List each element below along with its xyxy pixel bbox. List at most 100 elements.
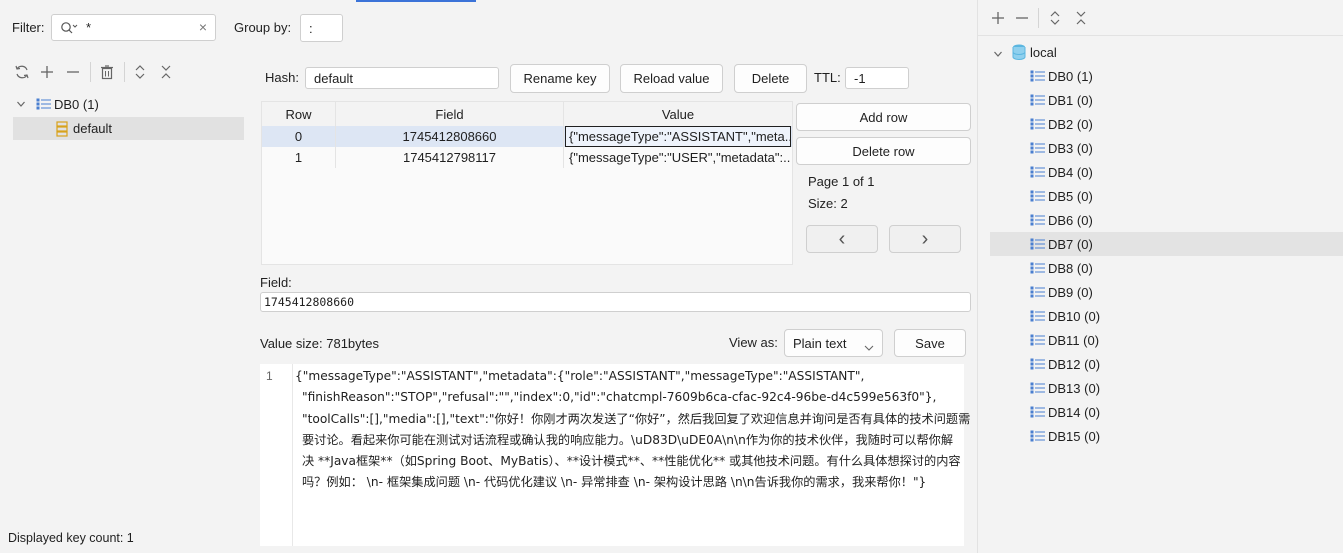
database-item[interactable]: DB15 (0) [990,424,1343,448]
chevron-down-icon[interactable] [16,97,26,107]
chevron-down-icon[interactable] [993,47,1003,57]
remove-icon[interactable] [65,64,81,80]
database-item[interactable]: DB7 (0) [990,232,1343,256]
value-text-line: "toolCalls":[],"media":[],"text":"你好！你刚才… [302,412,971,426]
database-icon [1030,118,1046,130]
database-label: DB0 (1) [1048,68,1093,84]
tree-key-item[interactable]: default [13,117,244,140]
database-item[interactable]: DB3 (0) [990,136,1343,160]
database-label: DB8 (0) [1048,260,1093,276]
column-header-row[interactable]: Row [262,102,336,126]
database-icon [1030,310,1046,322]
delete-row-button[interactable]: Delete row [796,137,971,165]
database-item[interactable]: DB10 (0) [990,304,1343,328]
key-name-input[interactable]: default [305,67,499,89]
database-icon [1030,430,1046,442]
save-button[interactable]: Save [894,329,966,357]
add-connection-icon[interactable] [990,10,1006,26]
database-icon [1030,166,1046,178]
view-as-label: View as: [729,335,778,350]
database-label: DB6 (0) [1048,212,1093,228]
hash-label: Hash: [265,70,299,85]
trash-icon[interactable] [99,64,115,80]
database-item[interactable]: DB9 (0) [990,280,1343,304]
database-icon [1030,142,1046,154]
search-icon [60,21,78,35]
row-index: 0 [262,126,336,147]
chevron-left-icon: ‹ [838,227,846,250]
add-key-icon[interactable] [39,64,55,80]
ttl-label: TTL: [814,70,841,85]
collapse-all-icon[interactable] [158,64,174,80]
database-item[interactable]: DB11 (0) [990,328,1343,352]
column-header-value[interactable]: Value [564,102,792,126]
field-value: 1745412808660 [264,295,355,309]
ttl-value: -1 [854,70,866,86]
rename-key-button[interactable]: Rename key [510,64,610,93]
key-name-value: default [314,70,354,86]
value-text-line: "finishReason":"STOP","refusal":"","inde… [302,390,937,404]
group-by-input[interactable]: : [300,14,343,42]
expand-all-icon[interactable] [132,64,148,80]
column-header-field[interactable]: Field [336,102,564,126]
database-label: DB1 (0) [1048,92,1093,108]
filter-value: * [86,20,92,35]
view-as-select[interactable]: Plain text [784,329,883,357]
database-item[interactable]: DB13 (0) [990,376,1343,400]
database-icon [1030,190,1046,202]
expand-all-icon[interactable] [1047,10,1063,26]
database-item[interactable]: DB12 (0) [990,352,1343,376]
database-label: DB9 (0) [1048,284,1093,300]
database-label: DB7 (0) [1048,236,1093,252]
database-item[interactable]: DB6 (0) [990,208,1343,232]
value-size: Value size: 781bytes [260,336,379,351]
database-label: DB2 (0) [1048,116,1093,132]
reload-value-button[interactable]: Reload value [620,64,723,93]
database-icon [1030,238,1046,250]
divider [978,35,1343,36]
database-label: DB15 (0) [1048,428,1101,444]
tree-db-label[interactable]: DB0 (1) [54,97,99,112]
field-label: Field: [260,275,292,290]
add-row-button[interactable]: Add row [796,103,971,131]
remove-connection-icon[interactable] [1014,10,1030,26]
filter-input[interactable]: * × [51,14,216,41]
ttl-input[interactable]: -1 [845,67,909,89]
displayed-key-count: Displayed key count: 1 [8,531,134,545]
row-value[interactable]: {"messageType":"USER","metadata":... [566,147,790,168]
hash-key-icon [56,121,68,137]
next-page-button[interactable]: › [889,225,961,253]
database-icon [1030,262,1046,274]
database-icon [36,98,52,110]
previous-page-button[interactable]: ‹ [806,225,878,253]
database-icon [1030,358,1046,370]
refresh-icon[interactable] [14,64,30,80]
collapse-all-icon[interactable] [1073,10,1089,26]
database-icon [1030,406,1046,418]
active-tab-indicator [356,0,476,2]
clear-filter-icon[interactable]: × [199,19,207,35]
row-value[interactable]: {"messageType":"ASSISTANT","meta... [565,126,791,147]
row-field: 1745412808660 [336,126,564,147]
table-row[interactable]: 1 1745412798117 {"messageType":"USER","m… [262,147,792,168]
delete-key-button[interactable]: Delete [734,64,807,93]
database-item[interactable]: DB0 (1) [990,64,1343,88]
database-icon [1030,70,1046,82]
database-item[interactable]: DB1 (0) [990,88,1343,112]
database-label: DB12 (0) [1048,356,1101,372]
database-item[interactable]: DB2 (0) [990,112,1343,136]
toolbar-divider [124,62,125,82]
row-index: 1 [262,147,336,168]
value-editor[interactable]: 1 {"messageType":"ASSISTANT","metadata":… [260,364,970,546]
database-item[interactable]: DB5 (0) [990,184,1343,208]
database-item[interactable]: DB8 (0) [990,256,1343,280]
table-row[interactable]: 0 1745412808660 {"messageType":"ASSISTAN… [262,126,792,147]
database-label: DB14 (0) [1048,404,1101,420]
database-item[interactable]: DB14 (0) [990,400,1343,424]
field-input[interactable]: 1745412808660 [260,292,971,312]
database-label: DB13 (0) [1048,380,1101,396]
connection-label[interactable]: local [1030,45,1057,60]
database-item[interactable]: DB4 (0) [990,160,1343,184]
database-label: DB10 (0) [1048,308,1101,324]
tree-key-label: default [73,121,113,136]
